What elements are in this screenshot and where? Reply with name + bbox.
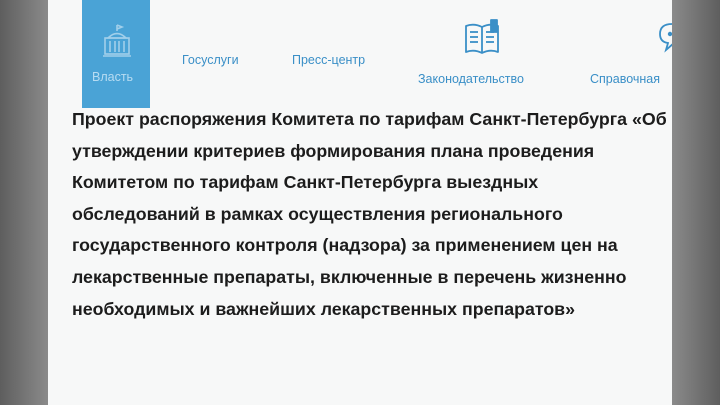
nav-label-gosuslugi: Госуслуги [182,53,239,67]
nav-label-vlast: Власть [92,70,134,84]
nav-label-spravochnaya: Справочная [590,72,661,86]
nav-item-vlast[interactable]: Власть [82,0,150,108]
document-title: Проект распоряжения Комитета по тарифам … [72,109,667,319]
screen-frame: Власть Госуслуги Пресс-центр Законодател… [0,0,720,405]
nav-item-spravochnaya[interactable]: Справочная [588,0,672,108]
nav-item-gosuslugi[interactable]: Госуслуги [182,0,252,108]
nav-item-zakonodatelstvo[interactable]: Законодательство [418,0,548,108]
top-navigation: Власть Госуслуги Пресс-центр Законодател… [48,0,672,108]
nav-label-zakonodatelstvo: Законодательство [418,72,524,86]
page: Власть Госуслуги Пресс-центр Законодател… [48,0,672,405]
nav-item-press-center[interactable]: Пресс-центр [292,0,382,108]
speech-bubble-icon [659,23,672,53]
nav-label-press-center: Пресс-центр [292,53,366,67]
government-building-icon [103,24,131,57]
law-book-icon [465,19,499,54]
